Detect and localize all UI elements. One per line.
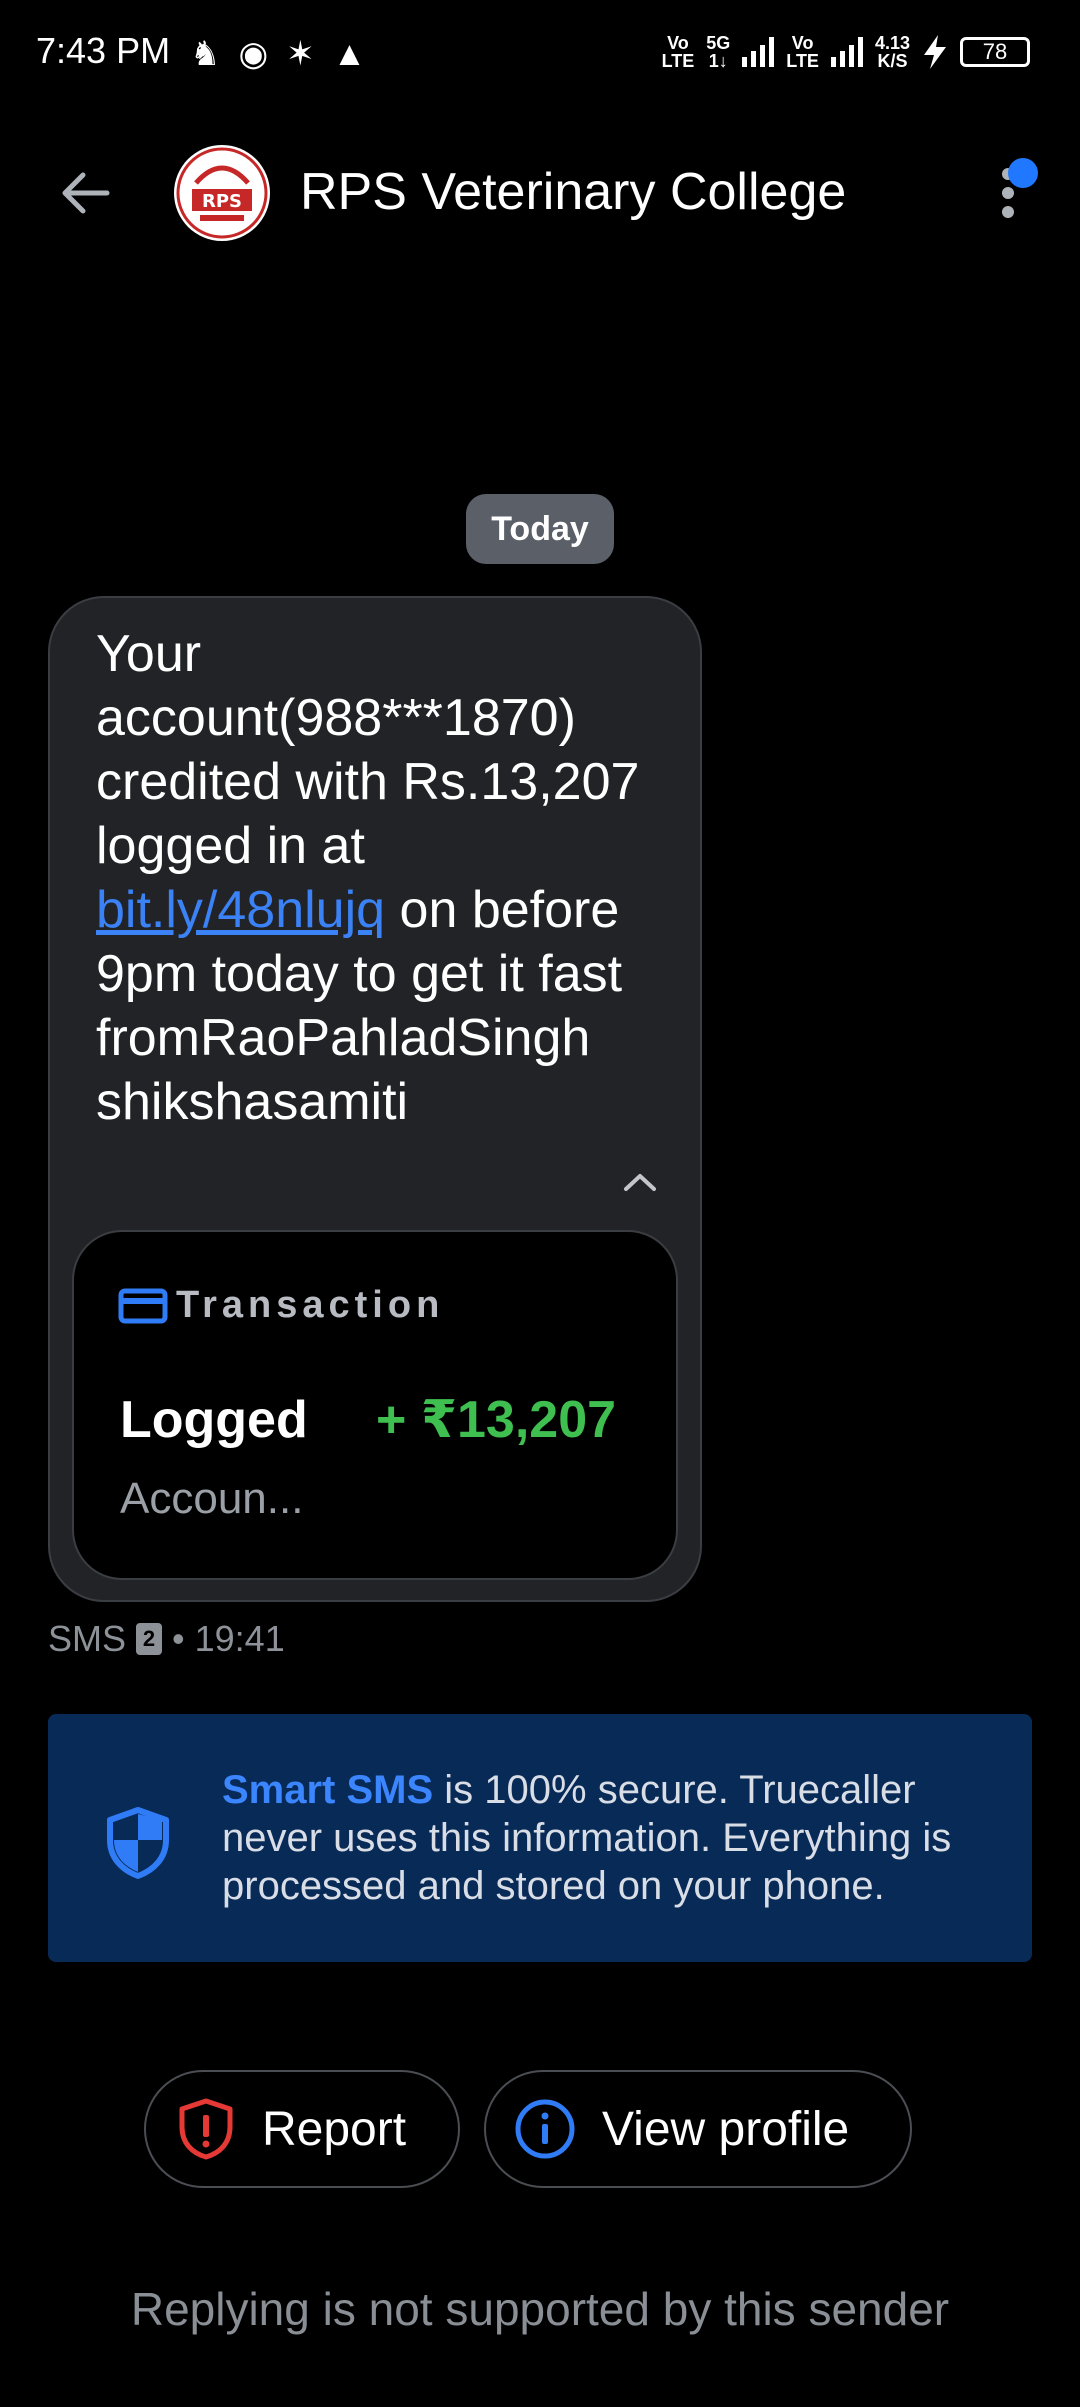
status-time: 7:43 PM: [36, 30, 171, 71]
view-profile-label: View profile: [602, 2102, 850, 2156]
message-text: Your account(988***1870) credited with R…: [96, 625, 654, 1131]
status-notification-icons: ♞ ◉ ✶ ▲: [190, 30, 366, 78]
network-speed: 4.13 K/S: [874, 33, 910, 71]
smart-sms-text: Smart SMS is 100% secure. Truecaller nev…: [222, 1768, 952, 1908]
message-channel: SMS: [48, 1618, 127, 1659]
5g-indicator: 5G 1↓: [706, 33, 731, 71]
whatsapp-icon: ◉: [238, 35, 269, 73]
status-system-icons: Vo LTE 5G 1↓ Vo LTE 4.13 K/S 78: [662, 34, 1030, 70]
date-separator: Today: [466, 494, 614, 564]
transaction-type: Logged: [120, 1391, 308, 1449]
charging-icon: [924, 35, 946, 69]
smart-sms-highlight: Smart SMS: [222, 1768, 434, 1812]
report-shield-icon: [179, 2098, 233, 2160]
sender-avatar[interactable]: RPS: [174, 145, 270, 241]
report-button[interactable]: Report: [144, 2070, 460, 2188]
chevron-up-icon: [624, 1174, 656, 1191]
sim-card-icon: 2: [136, 1623, 163, 1655]
signal-strength-icon-1: [742, 37, 775, 67]
svg-text:RPS: RPS: [202, 191, 242, 212]
cloud-icon: ▲: [332, 35, 367, 73]
notification-dot: [1008, 158, 1038, 188]
report-label: Report: [262, 2102, 407, 2156]
conversation-title: RPS Veterinary College: [300, 163, 847, 221]
volte-indicator-1: Vo LTE: [661, 33, 695, 71]
message-link[interactable]: bit.ly/48nlujq: [96, 881, 385, 939]
transaction-heading: Transaction: [176, 1284, 445, 1326]
rps-logo-icon: RPS: [176, 147, 268, 239]
arrow-left-icon: [62, 172, 110, 214]
battery-indicator: 78: [960, 37, 1030, 67]
message-time: • 19:41: [172, 1618, 285, 1659]
sparkle-icon: ✶: [286, 35, 315, 73]
collapse-message-button[interactable]: [618, 1160, 662, 1204]
info-icon: [515, 2099, 575, 2159]
credit-card-icon: [118, 1288, 168, 1324]
message-meta: SMS 2 • 19:41: [48, 1618, 285, 1660]
view-profile-button[interactable]: View profile: [484, 2070, 912, 2188]
transaction-subtitle: Accoun...: [120, 1474, 304, 1523]
signal-strength-icon-2: [830, 37, 863, 67]
shield-icon: [107, 1807, 169, 1879]
transaction-amount: + ₹13,207: [376, 1391, 617, 1449]
volte-indicator-2: Vo LTE: [786, 33, 819, 71]
back-button[interactable]: [52, 160, 118, 226]
app-notification-icon: ♞: [190, 35, 221, 73]
reply-not-supported-note: Replying is not supported by this sender: [130, 2283, 950, 2335]
